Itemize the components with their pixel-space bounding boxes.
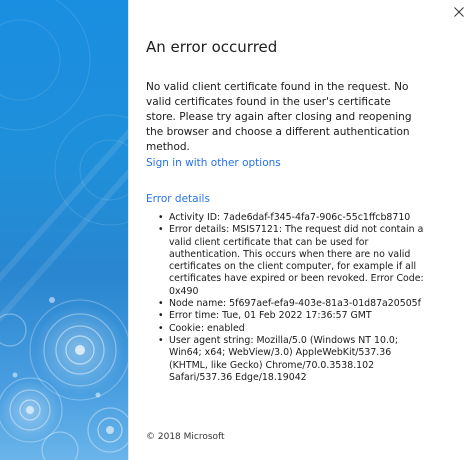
error-message: No valid client certificate found in the… bbox=[146, 81, 412, 153]
detail-error-time: Error time: Tue, 01 Feb 2022 17:36:57 GM… bbox=[158, 310, 431, 323]
sign-in-other-options-link[interactable]: Sign in with other options bbox=[146, 157, 281, 169]
copyright-footer: © 2018 Microsoft bbox=[146, 432, 225, 442]
detail-node-name: Node name: 5f697aef-efa9-403e-81a3-01d87… bbox=[158, 298, 431, 311]
error-window: An error occurred No valid client certif… bbox=[0, 0, 474, 460]
close-icon bbox=[454, 7, 464, 17]
detail-error-details: Error details: MSIS7121: The request did… bbox=[158, 224, 431, 298]
detail-user-agent: User agent string: Mozilla/5.0 (Windows … bbox=[158, 335, 431, 384]
illustration-panel bbox=[0, 0, 128, 460]
error-details-list: Activity ID: 7ade6daf-f345-4fa7-906c-55c… bbox=[146, 212, 431, 384]
circle-pattern-illustration bbox=[0, 0, 128, 460]
detail-cookie: Cookie: enabled bbox=[158, 323, 431, 336]
error-details-heading: Error details bbox=[146, 193, 210, 205]
page-title: An error occurred bbox=[146, 38, 278, 56]
panel-divider bbox=[128, 0, 129, 460]
close-button[interactable] bbox=[448, 2, 470, 22]
detail-activity-id: Activity ID: 7ade6daf-f345-4fa7-906c-55c… bbox=[158, 212, 431, 225]
